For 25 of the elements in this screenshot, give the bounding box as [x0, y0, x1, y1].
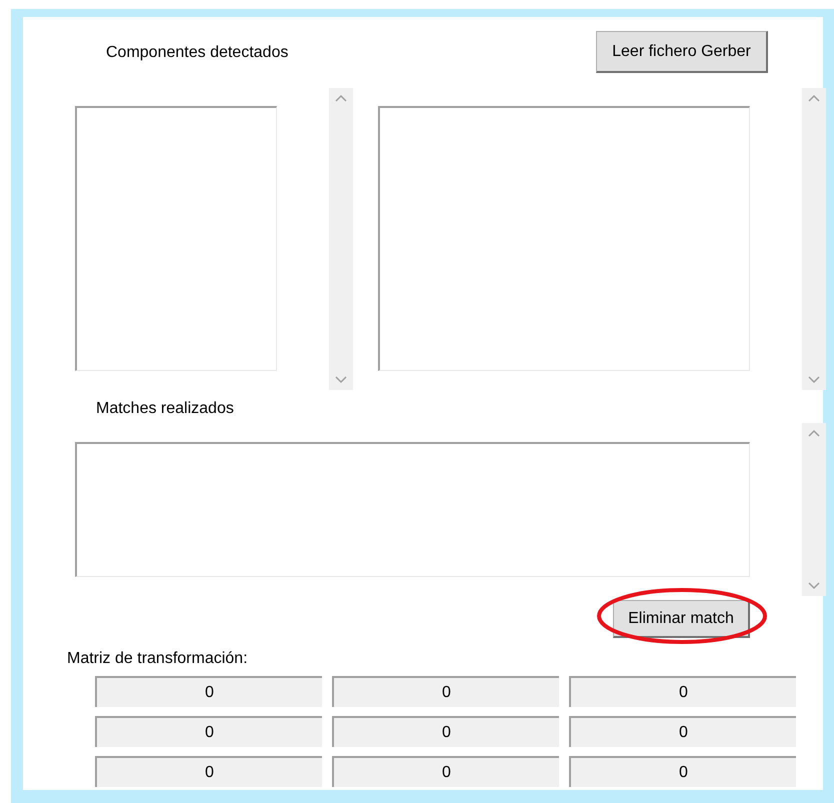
- scrollbar[interactable]: [329, 88, 353, 390]
- section-label: Matches realizados: [96, 399, 234, 419]
- delete-match-button[interactable]: Eliminar match: [613, 600, 750, 638]
- section-label: Matriz de transformación:: [67, 649, 248, 669]
- scrollbar[interactable]: [802, 88, 826, 390]
- matrix-field[interactable]: 0: [95, 756, 322, 787]
- matrix-field[interactable]: 0: [332, 756, 559, 787]
- read-gerber-button[interactable]: Leer fichero Gerber: [596, 31, 768, 73]
- matrix-field[interactable]: 0: [569, 716, 796, 747]
- section-label: Componentes detectados: [106, 43, 288, 63]
- chevron-up-icon[interactable]: [335, 94, 347, 102]
- chevron-up-icon[interactable]: [808, 94, 820, 102]
- list-box[interactable]: [75, 442, 750, 577]
- matrix-field[interactable]: 0: [569, 676, 796, 707]
- matrix-field[interactable]: 0: [95, 676, 322, 707]
- matrix-field[interactable]: 0: [95, 716, 322, 747]
- list-box[interactable]: [75, 106, 277, 371]
- matrix-field[interactable]: 0: [332, 676, 559, 707]
- matrix-field[interactable]: 0: [332, 716, 559, 747]
- chevron-down-icon[interactable]: [808, 376, 820, 384]
- matrix-field[interactable]: 0: [569, 756, 796, 787]
- chevron-down-icon[interactable]: [808, 582, 820, 590]
- scrollbar[interactable]: [802, 423, 826, 596]
- chevron-up-icon[interactable]: [808, 429, 820, 437]
- chevron-down-icon[interactable]: [335, 376, 347, 384]
